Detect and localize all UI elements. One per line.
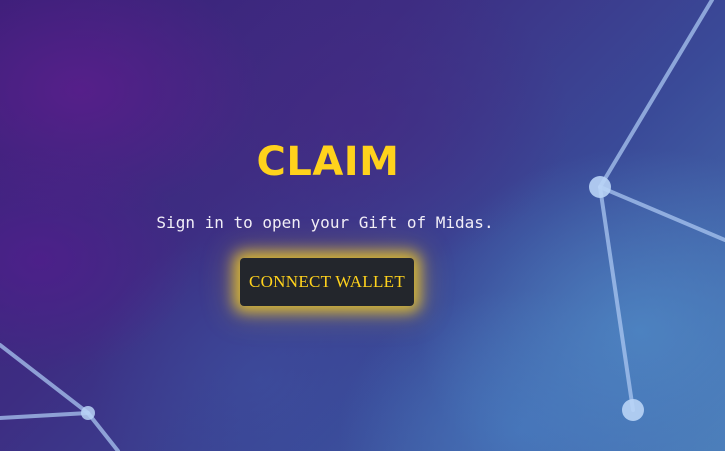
- page-title: CLAIM: [256, 139, 400, 185]
- sign-in-prompt: Sign in to open your Gift of Midas.: [156, 213, 494, 232]
- connect-wallet-button[interactable]: CONNECT WALLET: [240, 258, 414, 306]
- claim-panel: CLAIM Sign in to open your Gift of Midas…: [0, 0, 725, 451]
